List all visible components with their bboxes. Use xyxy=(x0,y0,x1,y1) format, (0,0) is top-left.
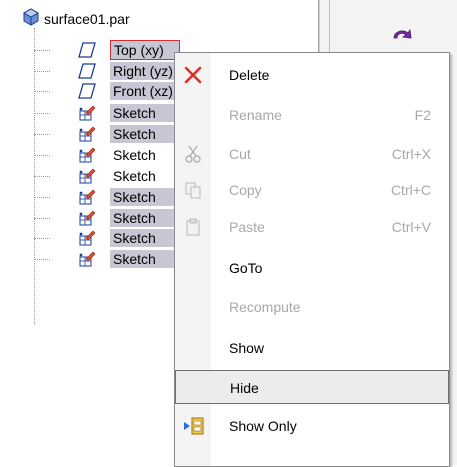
tree-item[interactable]: Sketch xyxy=(0,187,178,207)
tree-item-label: Sketch xyxy=(110,209,178,227)
tree-item-label: Sketch xyxy=(113,147,156,163)
refresh-arrow-icon xyxy=(390,24,414,53)
tree-item-label: Sketch xyxy=(110,229,178,247)
sketch-icon xyxy=(78,188,96,206)
tree-item-label: Sketch xyxy=(113,168,156,184)
tree-root-label: surface01.par xyxy=(44,11,130,27)
sketch-icon xyxy=(78,209,96,227)
menu-item-shortcut: F2 xyxy=(414,107,431,123)
tree-connector-dots xyxy=(34,71,50,72)
tree-connector-dots xyxy=(34,176,50,177)
sketch-icon xyxy=(78,125,96,143)
cut-icon xyxy=(183,144,203,164)
sketch-icon xyxy=(78,146,96,164)
tree-item[interactable]: Sketch xyxy=(0,208,178,228)
tree-root[interactable]: surface01.par xyxy=(22,7,130,31)
tree-item[interactable]: Top (xy) xyxy=(0,40,180,60)
menu-item-label: Recompute xyxy=(229,299,301,315)
tree-item-label: Top (xy) xyxy=(110,40,180,60)
plane-icon xyxy=(78,62,96,80)
tree-connector-dots xyxy=(34,50,50,51)
show-only-icon xyxy=(183,416,204,436)
menu-item-goto[interactable]: GoTo xyxy=(175,251,449,285)
tree-item-label: Sketch xyxy=(110,250,178,268)
menu-item-copy[interactable]: Copy Ctrl+C xyxy=(175,173,449,207)
menu-item-show-only[interactable]: Show Only xyxy=(175,409,449,443)
plane-icon xyxy=(78,41,96,59)
tree-item[interactable]: Front (xz) xyxy=(0,81,178,101)
menu-item-label: Cut xyxy=(229,146,251,162)
delete-icon xyxy=(183,65,203,85)
tree-item-label: Right (yz) xyxy=(110,62,178,80)
tree-connector-dots xyxy=(34,197,50,198)
menu-item-rename[interactable]: Rename F2 xyxy=(175,98,449,132)
menu-item-shortcut: Ctrl+X xyxy=(391,146,431,162)
tree-item-label: Sketch xyxy=(110,104,178,122)
sketch-icon xyxy=(78,167,96,185)
menu-item-shortcut: Ctrl+C xyxy=(390,182,431,198)
tree-connector-dots xyxy=(34,113,50,114)
tree-item[interactable]: Sketch xyxy=(0,228,178,248)
menu-item-label: Rename xyxy=(229,107,282,123)
sketch-icon xyxy=(78,104,96,122)
tree-item-label: Sketch xyxy=(110,125,178,143)
menu-item-label: Show Only xyxy=(229,418,297,434)
menu-item-label: GoTo xyxy=(229,260,263,276)
tree-item[interactable]: Sketch xyxy=(0,166,174,186)
tree-connector-dots xyxy=(34,218,50,219)
tree-connector-dots xyxy=(34,91,50,92)
tree-item[interactable]: Sketch xyxy=(0,249,178,269)
tree-connector-dots xyxy=(34,134,50,135)
tree-connector-dots xyxy=(34,259,50,260)
tree-connector-dots xyxy=(34,238,50,239)
menu-item-show[interactable]: Show xyxy=(175,331,449,365)
menu-item-label: Hide xyxy=(230,380,259,396)
sketch-icon xyxy=(78,250,96,268)
tree-item[interactable]: Right (yz) xyxy=(0,61,178,81)
menu-item-shortcut: Ctrl+V xyxy=(391,219,431,235)
menu-item-paste[interactable]: Paste Ctrl+V xyxy=(175,210,449,244)
menu-item-label: Paste xyxy=(229,219,265,235)
copy-icon xyxy=(183,180,203,200)
tree-item[interactable]: Sketch xyxy=(0,145,174,165)
tree-connector-dots xyxy=(34,155,50,156)
menu-item-cut[interactable]: Cut Ctrl+X xyxy=(175,137,449,171)
menu-item-recompute[interactable]: Recompute xyxy=(175,290,449,324)
sketch-icon xyxy=(78,229,96,247)
part-icon xyxy=(22,7,40,31)
tree-item-label: Sketch xyxy=(110,188,178,206)
tree-item[interactable]: Sketch xyxy=(0,103,178,123)
menu-item-hide[interactable]: Hide xyxy=(175,370,449,404)
plane-icon xyxy=(78,82,96,100)
menu-item-label: Delete xyxy=(229,67,270,83)
context-menu: Delete Rename F2 Cut Ctrl+X Copy Ctrl+C Paste Ct… xyxy=(174,52,450,467)
tree-item-label: Front (xz) xyxy=(110,82,178,100)
menu-item-label: Show xyxy=(229,340,265,356)
tree-item[interactable]: Sketch xyxy=(0,124,178,144)
menu-item-label: Copy xyxy=(229,182,262,198)
paste-icon xyxy=(183,217,203,237)
menu-item-delete[interactable]: Delete xyxy=(175,58,449,92)
